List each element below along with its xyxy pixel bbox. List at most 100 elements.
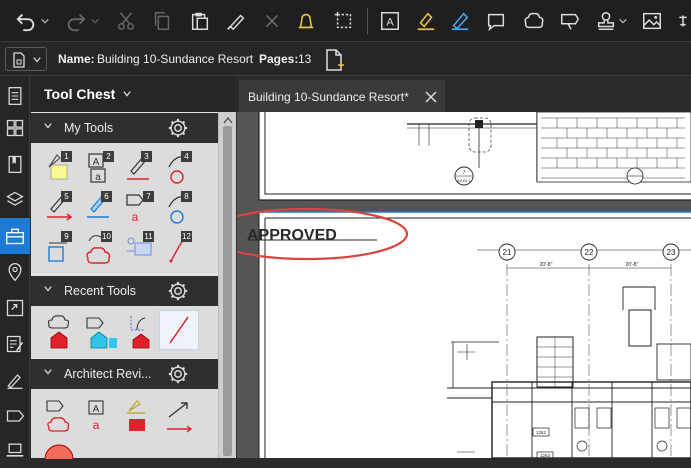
gear-icon[interactable] <box>167 280 189 302</box>
tool-number-badge: 10 <box>101 231 112 242</box>
tool-red-cloud[interactable]: 10 <box>83 229 121 267</box>
tool-red-circle-marker[interactable] <box>41 437 79 459</box>
places-pin-icon[interactable] <box>0 254 30 290</box>
add-page-icon[interactable] <box>322 48 346 72</box>
tool-cloud-red-house[interactable] <box>43 312 81 350</box>
copy-icon[interactable] <box>148 6 176 36</box>
collapse-chevron-icon[interactable] <box>43 285 53 293</box>
cloud-icon[interactable] <box>520 6 548 36</box>
layers-icon[interactable] <box>0 182 30 218</box>
file-panel-icon[interactable] <box>0 78 30 114</box>
stamp-dropdown-chevron-icon[interactable] <box>616 6 630 36</box>
tool-blue-pen[interactable]: 6 <box>83 189 121 227</box>
room-label: 1262 <box>536 430 547 435</box>
approved-stamp: APPROVED <box>247 227 337 244</box>
section-header-my-tools[interactable]: My Tools <box>31 113 218 143</box>
format-painter-icon[interactable] <box>222 6 250 36</box>
markups-list-icon[interactable] <box>0 326 30 362</box>
dimension-label: 20'-8" <box>626 262 639 268</box>
tool-red-line-selected[interactable] <box>159 310 199 350</box>
delete-icon[interactable] <box>258 6 286 36</box>
tool-text-red[interactable]: Aa <box>83 397 121 435</box>
tool-callout-red-cloud[interactable] <box>43 397 81 435</box>
redo-dropdown-chevron-icon[interactable] <box>88 6 102 36</box>
tool-count-measurement[interactable]: 11 <box>123 229 161 267</box>
tool-number-badge: 8 <box>181 191 192 202</box>
tool-dimension-red-house[interactable] <box>123 312 161 350</box>
section-header-recent-tools[interactable]: Recent Tools <box>31 276 218 306</box>
collapse-chevron-icon[interactable] <box>43 122 53 130</box>
text-box-icon[interactable]: A <box>376 6 404 36</box>
undo-icon[interactable] <box>12 6 40 36</box>
document-tab-title: Building 10-Sundance Resort* <box>248 90 409 104</box>
document-icon <box>13 52 25 68</box>
collapse-chevron-icon[interactable] <box>43 368 53 376</box>
tool-red-arrow-pen[interactable]: 5 <box>43 189 81 227</box>
redo-icon[interactable] <box>62 6 90 36</box>
section-header-architect-review[interactable]: Architect Revi... <box>31 359 218 389</box>
image-icon[interactable] <box>638 6 666 36</box>
gear-icon[interactable] <box>167 363 189 385</box>
bell-icon[interactable] <box>292 6 320 36</box>
tool-arrow-line[interactable] <box>163 397 201 435</box>
document-tab[interactable]: Building 10-Sundance Resort* <box>239 80 445 112</box>
gear-icon[interactable] <box>167 117 189 139</box>
drawing-sheet: 7 A2.01.1 21 22 23 20'-8" 20'-8" 1262 12… <box>237 112 691 458</box>
tool-highlight-red-box[interactable] <box>123 397 161 435</box>
bookmarks-icon[interactable] <box>0 146 30 182</box>
detail-sheet: A2.01.1 <box>457 178 472 183</box>
tool-number-badge: 7 <box>143 191 154 202</box>
tool-number-badge: 5 <box>61 191 72 202</box>
tool-red-polyline[interactable]: 12 <box>163 229 201 267</box>
tool-text-box[interactable]: Aa2 <box>83 149 121 187</box>
tool-number-badge: 3 <box>141 151 152 162</box>
tags-icon[interactable] <box>0 398 30 434</box>
undo-dropdown-chevron-icon[interactable] <box>38 6 52 36</box>
more-tools-icon[interactable] <box>674 6 691 36</box>
laptop-icon[interactable] <box>0 432 30 468</box>
scrollbar-thumb[interactable] <box>223 126 232 456</box>
tool-highlight-area[interactable]: 1 <box>43 149 81 187</box>
pages-count: 13 <box>298 52 312 66</box>
tool-chest-panel: Tool Chest My Tools 1 Aa2 3 4 5 6 a7 8 9… <box>31 76 236 459</box>
tool-red-arc-circle[interactable]: 4 <box>163 149 201 187</box>
shape-icon[interactable] <box>482 6 510 36</box>
pages-label: Pages: <box>259 52 299 66</box>
drawing-canvas[interactable]: 7 A2.01.1 21 22 23 20'-8" 20'-8" 1262 12… <box>237 112 691 458</box>
room-label: 1263 <box>540 453 551 458</box>
sheet-page-lower <box>259 212 691 458</box>
tool-red-pen[interactable]: 3 <box>123 149 161 187</box>
chevron-down-icon[interactable] <box>122 90 132 98</box>
highlight-icon[interactable] <box>412 6 440 36</box>
svg-text:a: a <box>95 172 101 183</box>
select-icon[interactable] <box>330 6 358 36</box>
tool-number-badge: 11 <box>143 231 154 242</box>
document-area: Building 10-Sundance Resort* 7 A2.01.1 2… <box>237 76 691 458</box>
svg-text:A: A <box>386 17 394 29</box>
document-info-bar: Name: Building 10-Sundance Resort Pages:… <box>0 42 691 76</box>
my-tools-grid: 1 Aa2 3 4 5 6 a7 8 9 10 11 12 <box>31 143 218 273</box>
tool-callout-red-text[interactable]: a7 <box>123 189 161 227</box>
thumbnails-icon[interactable] <box>0 110 30 146</box>
tool-chest-header[interactable]: Tool Chest <box>31 76 236 112</box>
paste-icon[interactable] <box>186 6 214 36</box>
section-title: My Tools <box>64 121 114 135</box>
svg-text:A: A <box>93 157 100 168</box>
cut-icon[interactable] <box>112 6 140 36</box>
pen-icon[interactable] <box>446 6 474 36</box>
panel-scrollbar[interactable] <box>218 112 236 458</box>
close-tab-icon[interactable] <box>425 91 437 103</box>
tool-number-badge: 9 <box>61 231 72 242</box>
signatures-icon[interactable] <box>0 362 30 398</box>
links-panel-icon[interactable] <box>0 290 30 326</box>
tool-blue-arc-circle[interactable]: 8 <box>163 189 201 227</box>
scroll-up-icon[interactable] <box>223 116 233 124</box>
svg-text:a: a <box>132 210 139 224</box>
tool-callout-cyan-house[interactable] <box>83 312 121 350</box>
dimension-label: 20'-8" <box>540 262 553 268</box>
grid-label: 23 <box>667 248 676 257</box>
callout-icon[interactable] <box>556 6 584 36</box>
document-menu-button[interactable] <box>5 47 47 71</box>
tool-blue-rectangle[interactable]: 9 <box>43 229 81 267</box>
tool-chest-toolbox-icon[interactable] <box>0 218 30 254</box>
